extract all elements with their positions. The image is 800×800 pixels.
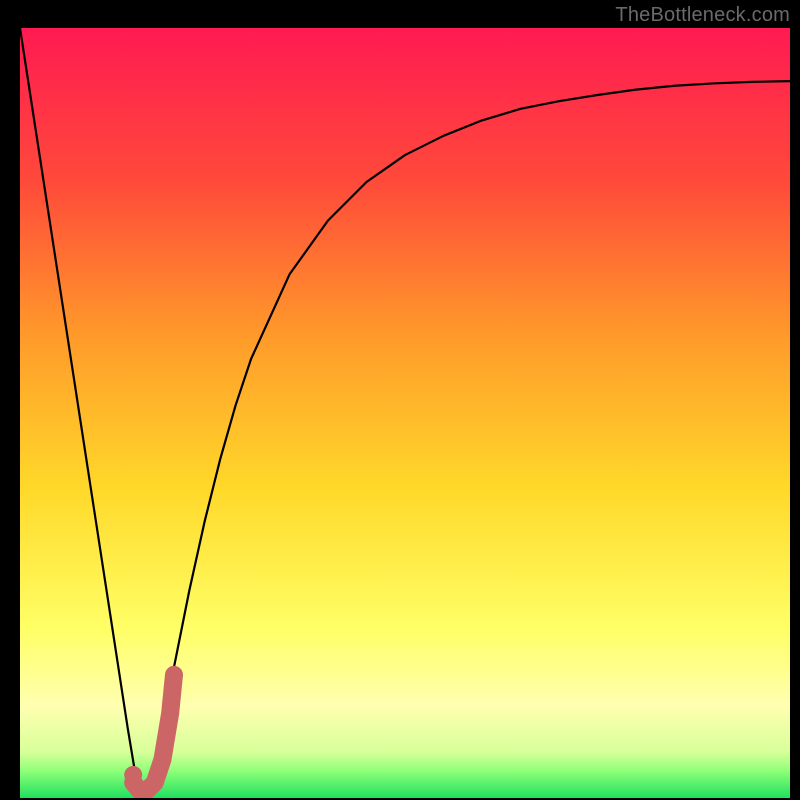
gradient-background [20,28,790,798]
bottleneck-chart [20,28,790,798]
watermark-text: TheBottleneck.com [615,4,790,27]
chart-container: TheBottleneck.com [0,0,800,800]
optimal-point-marker [124,766,142,784]
